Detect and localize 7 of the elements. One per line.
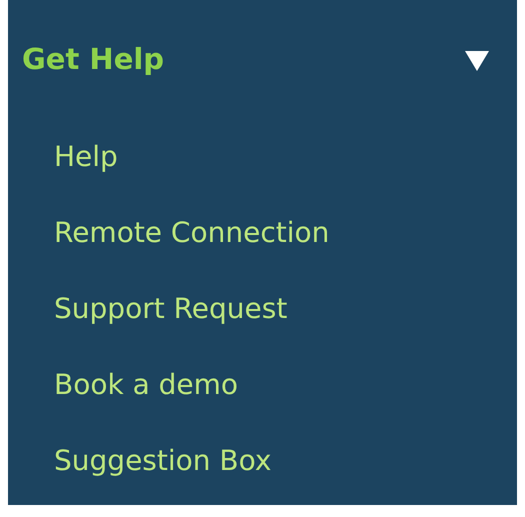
menu-item[interactable]: Remote Connection — [54, 212, 330, 254]
caret-icon[interactable] — [465, 49, 489, 71]
menu-item[interactable]: Support Request — [54, 288, 288, 330]
menu-item[interactable]: Help — [54, 136, 118, 178]
menu-item[interactable]: Suggestion Box — [54, 440, 272, 482]
menu-header[interactable]: Get Help — [22, 38, 164, 82]
menu-item[interactable]: Book a demo — [54, 364, 238, 406]
